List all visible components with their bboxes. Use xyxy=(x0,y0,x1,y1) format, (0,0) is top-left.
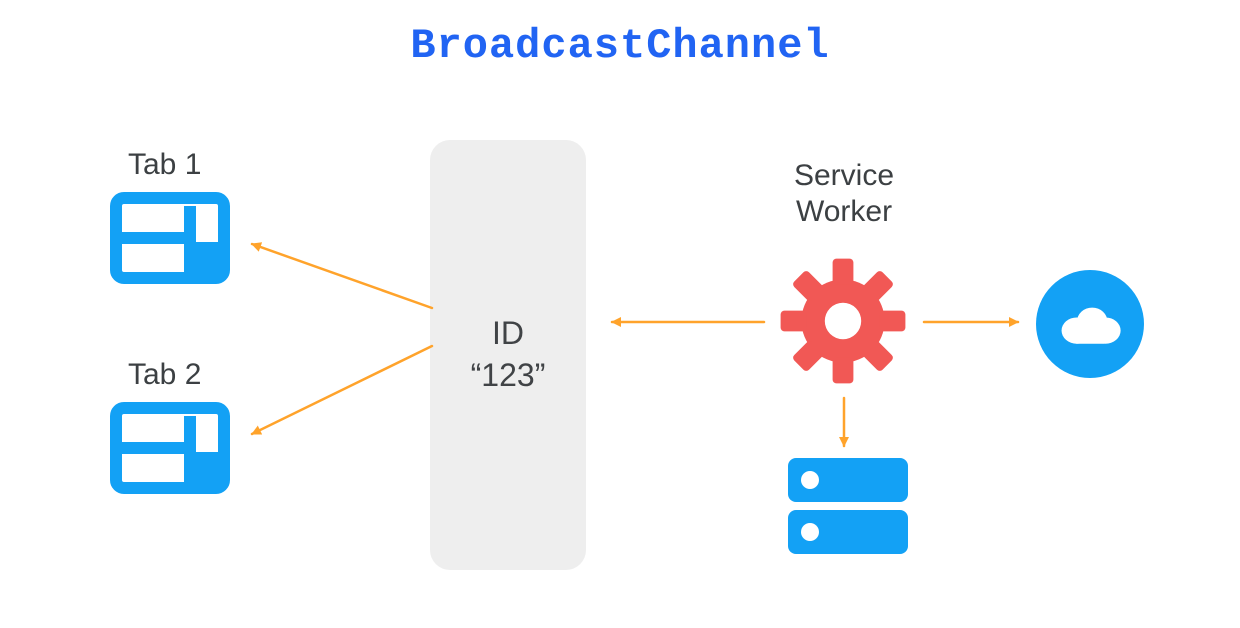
channel-id-value: “123” xyxy=(471,355,546,397)
tab1-label: Tab 1 xyxy=(128,148,201,182)
server-disk-icon xyxy=(788,458,908,559)
channel-id-label: ID xyxy=(492,313,524,355)
browser-tab-icon xyxy=(110,192,230,284)
arrow-channel-to-tab2 xyxy=(252,346,432,434)
broadcast-channel-box: ID “123” xyxy=(430,140,586,570)
service-worker-label-line2: Worker xyxy=(796,195,892,228)
cloud-icon xyxy=(1036,270,1144,378)
tab2-label: Tab 2 xyxy=(128,358,201,392)
service-worker-label: Service Worker xyxy=(754,158,934,230)
gear-icon xyxy=(778,256,908,386)
service-worker-label-line1: Service xyxy=(794,159,894,192)
diagram-title: BroadcastChannel xyxy=(0,22,1240,70)
diagram-stage: BroadcastChannel Tab 1 Tab 2 ID “123” Se… xyxy=(0,0,1240,628)
browser-tab-icon xyxy=(110,402,230,494)
arrow-channel-to-tab1 xyxy=(252,244,432,308)
